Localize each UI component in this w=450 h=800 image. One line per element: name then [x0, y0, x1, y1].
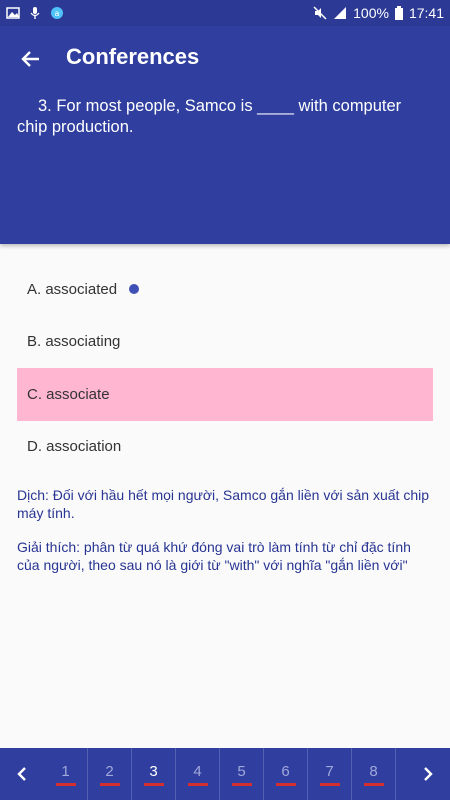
microphone-icon: [30, 7, 40, 19]
page-button-6[interactable]: 6: [264, 748, 308, 800]
page-button-4[interactable]: 4: [176, 748, 220, 800]
answer-label: B. associating: [27, 333, 121, 351]
answer-option-d[interactable]: D. association: [17, 421, 433, 474]
page-number: 3: [149, 762, 158, 780]
page-button-1[interactable]: 1: [44, 748, 88, 800]
back-button[interactable]: [14, 42, 48, 76]
answer-label: C. associate: [27, 385, 110, 403]
page-button-7[interactable]: 7: [308, 748, 352, 800]
page-number: 5: [237, 762, 246, 780]
arrow-left-icon: [21, 51, 39, 67]
app-bar: Conferences 3. For most people, Samco is…: [0, 26, 450, 244]
question-pager: 1 2 3 4 5 6 7 8: [0, 748, 450, 800]
page-button-8[interactable]: 8: [352, 748, 396, 800]
page-number: 1: [61, 762, 70, 780]
answered-underline: [319, 782, 340, 786]
battery-icon: [394, 6, 403, 20]
image-notification-icon: [6, 7, 20, 19]
battery-level: 100%: [353, 5, 389, 21]
page-button-5[interactable]: 5: [220, 748, 264, 800]
answered-underline: [363, 782, 384, 786]
chevron-right-icon: [424, 767, 433, 781]
signal-icon: [334, 7, 347, 19]
page-button-2[interactable]: 2: [88, 748, 132, 800]
answered-underline: [275, 782, 296, 786]
answered-underline: [55, 782, 76, 786]
status-bar: a 100% 17:41: [0, 0, 450, 26]
page-number: 4: [193, 762, 202, 780]
translation-text: Dịch: Đối với hầu hết mọi người, Samco g…: [17, 487, 429, 521]
mute-icon: [313, 6, 327, 20]
chevron-left-icon: [17, 767, 26, 781]
explanation-text: Giải thích: phân từ quá khứ đóng vai trò…: [17, 539, 411, 573]
answer-option-c[interactable]: C. associate: [17, 368, 433, 421]
answer-list: A. associated B. associating C. associat…: [17, 263, 433, 473]
app-notification-icon: a: [51, 7, 63, 19]
svg-text:a: a: [55, 9, 60, 18]
answered-underline: [99, 782, 120, 786]
page-title: Conferences: [66, 44, 200, 69]
answer-option-a[interactable]: A. associated: [17, 263, 433, 316]
answered-underline: [143, 782, 164, 786]
selected-indicator-icon: [129, 284, 140, 295]
page-number: 7: [325, 762, 334, 780]
page-number: 6: [281, 762, 290, 780]
answered-underline: [231, 782, 252, 786]
page-number: 8: [369, 762, 378, 780]
answered-underline: [187, 782, 208, 786]
question-text: 3. For most people, Samco is ____ with c…: [17, 97, 402, 136]
page-button-3[interactable]: 3: [132, 748, 176, 800]
explanation-panel: Dịch: Đối với hầu hết mọi người, Samco g…: [17, 486, 432, 590]
clock: 17:41: [408, 5, 444, 21]
next-button[interactable]: [406, 748, 450, 800]
previous-button[interactable]: [0, 748, 44, 800]
answer-label: D. association: [27, 438, 122, 456]
answer-option-b[interactable]: B. associating: [17, 316, 433, 369]
answer-label: A. associated: [27, 280, 118, 298]
page-number: 2: [105, 762, 114, 780]
